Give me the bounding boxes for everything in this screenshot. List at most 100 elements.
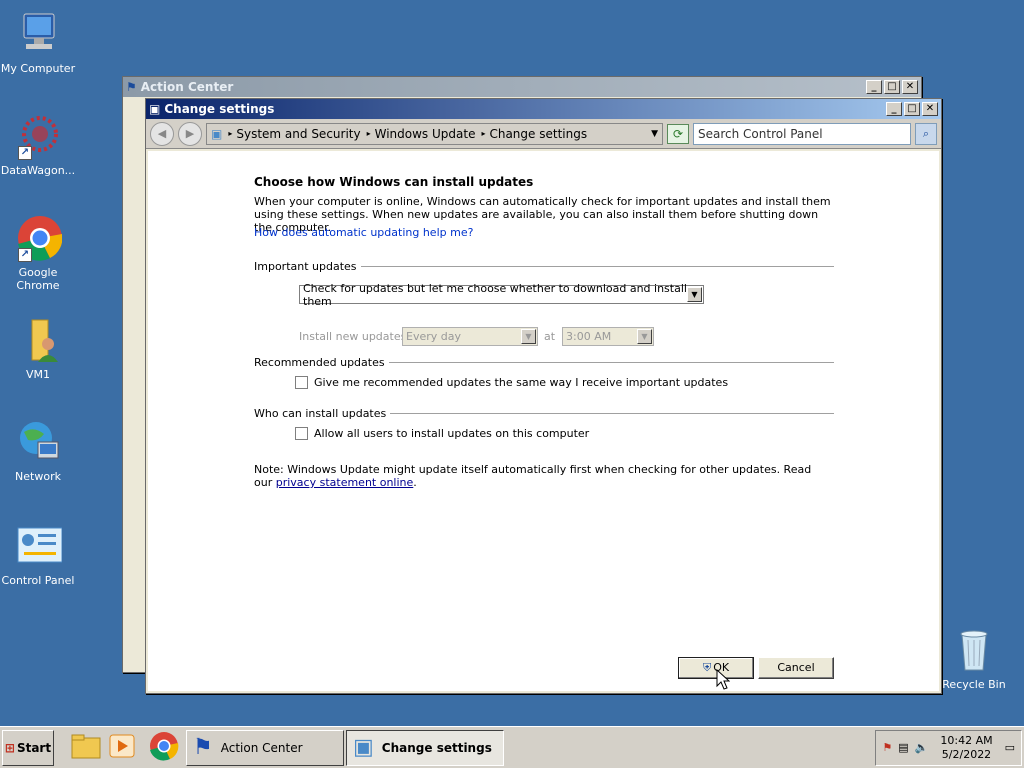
- change-settings-titlebar[interactable]: ▣ Change settings _ □ ✕: [146, 99, 941, 119]
- windows-logo-icon: ⊞: [4, 740, 15, 755]
- recommended-updates-group: Recommended updates: [254, 356, 834, 369]
- flag-icon: ⚑: [126, 80, 137, 94]
- dropdown-value: Check for updates but let me choose whet…: [303, 281, 687, 308]
- network-icon: [14, 418, 62, 466]
- uac-shield-icon: ⛨: [702, 661, 712, 674]
- checkbox-box[interactable]: [295, 376, 308, 389]
- quicklaunch-media-player[interactable]: [104, 730, 140, 766]
- desktop-icon-datawagon[interactable]: ↗ DataWagon...: [0, 112, 76, 177]
- quicklaunch-chrome[interactable]: [146, 730, 182, 766]
- at-label: at: [544, 330, 556, 343]
- folder-icon: [71, 733, 101, 762]
- back-button[interactable]: ◀: [150, 121, 174, 146]
- group-label: Recommended updates: [254, 356, 385, 369]
- settings-content: Choose how Windows can install updates W…: [148, 151, 939, 691]
- group-divider: [390, 413, 834, 414]
- breadcrumb-system-security[interactable]: ▸ System and Security: [228, 127, 360, 141]
- desktop-icon-recycle-bin[interactable]: Recycle Bin: [936, 626, 1012, 691]
- close-button[interactable]: ✕: [922, 102, 938, 116]
- clock-date: 5/2/2022: [941, 747, 992, 761]
- chevron-down-icon: ▼: [637, 329, 652, 344]
- breadcrumb-change-settings[interactable]: ▸ Change settings: [481, 127, 587, 141]
- search-input[interactable]: Search Control Panel: [693, 122, 911, 145]
- refresh-button[interactable]: ⟳: [667, 123, 689, 144]
- computer-icon: [14, 10, 62, 58]
- note-end: .: [413, 476, 417, 489]
- chrome-icon: ↗: [14, 214, 63, 262]
- action-center-titlebar[interactable]: ⚑ Action Center _ □ ✕: [123, 77, 921, 97]
- mouse-cursor-icon: [716, 668, 731, 694]
- change-settings-window[interactable]: ▣ Change settings _ □ ✕ ◀ ▶ ▣ ▸ System an…: [145, 98, 942, 694]
- taskbar: ⊞ Start ⚑ Action Center ▣ Change setting…: [0, 726, 1024, 768]
- media-player-icon: [108, 733, 136, 762]
- note-text: Note: Windows Update might update itself…: [254, 463, 814, 489]
- group-label: Who can install updates: [254, 407, 387, 420]
- minimize-button[interactable]: _: [866, 80, 882, 94]
- recycle-bin-icon: [950, 626, 998, 674]
- desktop-icon-network[interactable]: Network: [0, 418, 76, 483]
- desktop-icon-label: VM1: [25, 368, 50, 381]
- desktop-icon-label: My Computer: [0, 62, 76, 75]
- desktop-icon-label: Google Chrome: [16, 266, 60, 292]
- control-panel-small-icon: ▣: [149, 102, 161, 116]
- window-title: Action Center: [140, 80, 234, 94]
- start-button[interactable]: ⊞ Start: [2, 729, 54, 766]
- shortcut-arrow-icon: ↗: [18, 146, 32, 160]
- privacy-statement-link[interactable]: privacy statement online: [276, 476, 414, 489]
- chevron-down-icon: ▼: [521, 329, 536, 344]
- chevron-right-icon: ▸: [366, 129, 371, 138]
- flag-icon: ⚑: [193, 735, 213, 760]
- action-center-flag-icon[interactable]: ⚑: [882, 741, 892, 754]
- cancel-button[interactable]: Cancel: [758, 657, 834, 679]
- control-panel-icon: [14, 522, 63, 570]
- maximize-button[interactable]: □: [884, 80, 900, 94]
- checkbox-label: Allow all users to install updates on th…: [314, 427, 590, 440]
- taskbar-button-change-settings[interactable]: ▣ Change settings: [346, 729, 504, 766]
- desktop-icon-control-panel[interactable]: Control Panel: [0, 522, 76, 587]
- chrome-icon: [149, 731, 179, 764]
- desktop-icon-label: Recycle Bin: [942, 678, 1006, 691]
- chevron-right-icon: ▸: [228, 129, 233, 138]
- desktop-icon-vm1[interactable]: VM1: [0, 316, 76, 381]
- breadcrumb-windows-update[interactable]: ▸ Windows Update: [367, 127, 476, 141]
- search-icon[interactable]: ⌕: [915, 122, 937, 145]
- minimize-button[interactable]: _: [886, 102, 902, 116]
- quicklaunch-explorer[interactable]: [68, 730, 104, 766]
- address-bar[interactable]: ▣ ▸ System and Security ▸ Windows Update ▸…: [206, 122, 663, 145]
- forward-button[interactable]: ▶: [178, 121, 202, 146]
- navigation-bar: ◀ ▶ ▣ ▸ System and Security ▸ Windows Upda…: [146, 119, 941, 149]
- recommended-updates-checkbox[interactable]: Give me recommended updates the same way…: [295, 376, 728, 389]
- desktop-icon-my-computer[interactable]: My Computer: [0, 10, 76, 75]
- system-tray: ⚑ ▤ 🔈 10:42 AM 5/2/2022 ▭: [875, 729, 1022, 766]
- maximize-button[interactable]: □: [904, 102, 920, 116]
- desktop-icon-label: Network: [15, 470, 61, 483]
- important-updates-group: Important updates: [254, 260, 834, 273]
- address-dropdown-icon[interactable]: ▼: [651, 129, 658, 139]
- chevron-down-icon: ▼: [687, 287, 702, 302]
- show-desktop-icon[interactable]: ▭: [1005, 741, 1015, 754]
- desktop-icon-google-chrome[interactable]: ↗ Google Chrome: [0, 214, 76, 292]
- close-button[interactable]: ✕: [902, 80, 918, 94]
- install-day-dropdown[interactable]: Every day ▼: [402, 327, 538, 346]
- allow-all-users-checkbox[interactable]: Allow all users to install updates on th…: [295, 427, 589, 440]
- taskbar-button-action-center[interactable]: ⚑ Action Center: [186, 729, 344, 766]
- checkbox-label: Give me recommended updates the same way…: [314, 376, 729, 389]
- window-title: Change settings: [164, 102, 275, 116]
- volume-icon[interactable]: 🔈: [915, 741, 929, 754]
- folder-user-icon: [14, 316, 62, 364]
- important-updates-dropdown[interactable]: Check for updates but let me choose whet…: [299, 282, 704, 308]
- clock-time: 10:42 AM: [940, 733, 993, 747]
- install-time-dropdown[interactable]: 3:00 AM ▼: [562, 327, 654, 346]
- control-panel-small-icon: ▣: [211, 126, 223, 141]
- desktop-icon-label: DataWagon...: [0, 164, 76, 177]
- chevron-right-icon: ▸: [481, 129, 486, 138]
- clock[interactable]: 10:42 AM 5/2/2022: [934, 734, 998, 762]
- desktop-icon-label: Control Panel: [1, 574, 75, 587]
- shortcut-arrow-icon: ↗: [18, 248, 32, 262]
- page-heading: Choose how Windows can install updates: [254, 175, 534, 189]
- help-link[interactable]: How does automatic updating help me?: [254, 226, 473, 239]
- network-tray-icon[interactable]: ▤: [898, 741, 908, 754]
- checkbox-box[interactable]: [295, 427, 308, 440]
- datawagon-icon: ↗: [14, 112, 62, 160]
- install-label: Install new updates:: [299, 330, 411, 343]
